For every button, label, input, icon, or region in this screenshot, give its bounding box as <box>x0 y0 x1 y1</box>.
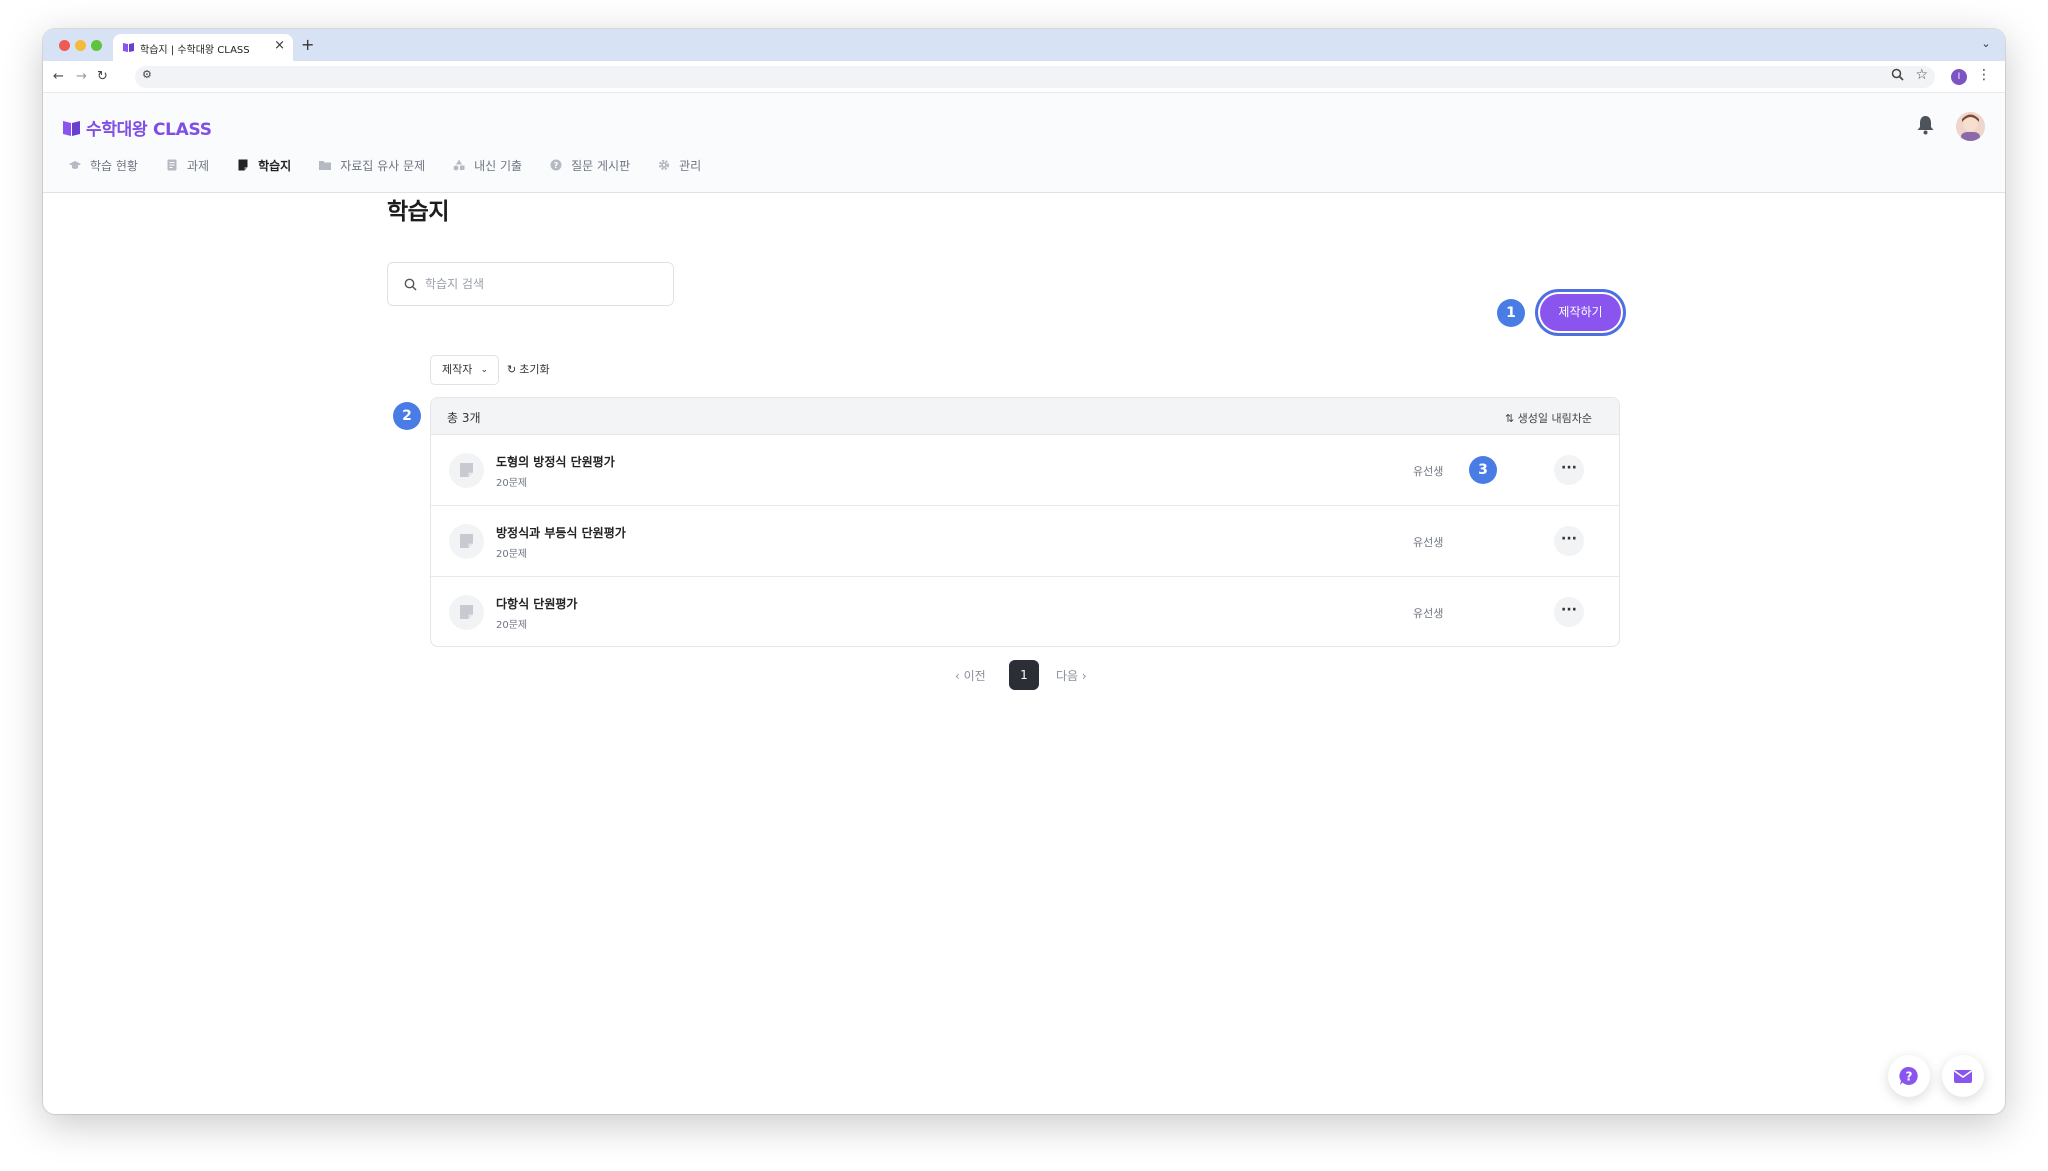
chevron-left-icon: ‹ <box>955 669 964 683</box>
annotation-badge-1: 1 <box>1497 299 1525 327</box>
more-options-button[interactable]: ··· <box>1554 455 1584 485</box>
author-filter-label: 제작자 <box>442 363 473 376</box>
sort-label: 생성일 내림차순 <box>1517 412 1592 425</box>
annotation-badge-3: 3 <box>1469 456 1497 484</box>
refresh-icon: ↻ <box>507 363 517 376</box>
author-name: 유선생 <box>1413 465 1444 478</box>
reset-label: 초기화 <box>519 363 550 376</box>
worksheet-icon <box>449 524 484 559</box>
annotation-badge-2: 2 <box>393 402 421 430</box>
message-fab[interactable] <box>1942 1055 1984 1097</box>
author-name: 유선생 <box>1413 607 1444 620</box>
chevron-right-icon: › <box>1078 669 1087 683</box>
page-number-current[interactable]: 1 <box>1009 660 1039 690</box>
problem-count: 20문제 <box>496 549 528 560</box>
worksheet-title: 다항식 단원평가 <box>496 597 578 611</box>
sort-arrows-icon: ⇅ <box>1504 412 1518 425</box>
sort-dropdown[interactable]: ⇅ 생성일 내림차순 <box>1505 410 1592 426</box>
search-box[interactable] <box>387 262 674 306</box>
worksheet-icon <box>449 595 484 630</box>
pagination: ‹ 이전 1 다음 › <box>43 660 2005 690</box>
help-fab[interactable]: ? <box>1888 1055 1930 1097</box>
chevron-down-icon: ⌄ <box>480 365 488 375</box>
main-content: 학습지 1 제작하기 제작자 ⌄ ↻초기화 2 총 3개 ⇅ 생성일 내림차순 <box>43 29 2005 1114</box>
prev-label: 이전 <box>963 669 986 683</box>
author-name: 유선생 <box>1413 536 1444 549</box>
browser-window: 학습지 | 수학대왕 CLASS × + ⌄ ← → ↻ ⚙ ☆ I ⋮ 수학대… <box>43 29 2005 1114</box>
list-item[interactable]: 다항식 단원평가 20문제 유선생 ··· <box>431 577 1619 646</box>
author-filter-dropdown[interactable]: 제작자 ⌄ <box>430 355 499 385</box>
total-count: 총 3개 <box>447 411 481 425</box>
screenshot-stage: 학습지 | 수학대왕 CLASS × + ⌄ ← → ↻ ⚙ ☆ I ⋮ 수학대… <box>0 0 2048 1171</box>
svg-text:?: ? <box>1906 1070 1913 1084</box>
list-header: 총 3개 ⇅ 생성일 내림차순 <box>431 398 1619 435</box>
worksheet-icon <box>449 453 484 488</box>
mail-icon <box>1954 1070 1972 1083</box>
prev-page-button[interactable]: ‹ 이전 <box>955 667 986 684</box>
problem-count: 20문제 <box>496 620 528 631</box>
help-question-icon: ? <box>1899 1066 1918 1085</box>
more-options-button[interactable]: ··· <box>1554 597 1584 627</box>
worksheet-title: 도형의 방정식 단원평가 <box>496 455 615 469</box>
page-title: 학습지 <box>387 199 449 225</box>
worksheet-title: 방정식과 부등식 단원평가 <box>496 526 626 540</box>
next-label: 다음 <box>1056 669 1079 683</box>
create-worksheet-button[interactable]: 제작하기 <box>1540 294 1621 331</box>
next-page-button[interactable]: 다음 › <box>1056 667 1087 684</box>
worksheet-list: 총 3개 ⇅ 생성일 내림차순 도형의 방정식 단원평가 20문제 유선생 ··… <box>430 397 1620 647</box>
search-input[interactable] <box>425 273 655 295</box>
search-icon <box>404 278 417 291</box>
list-item[interactable]: 방정식과 부등식 단원평가 20문제 유선생 ··· <box>431 506 1619 577</box>
reset-filter-button[interactable]: ↻ 초기화 <box>507 355 550 385</box>
problem-count: 20문제 <box>496 478 528 489</box>
more-options-button[interactable]: ··· <box>1554 526 1584 556</box>
list-item[interactable]: 도형의 방정식 단원평가 20문제 유선생 ··· <box>431 435 1619 506</box>
